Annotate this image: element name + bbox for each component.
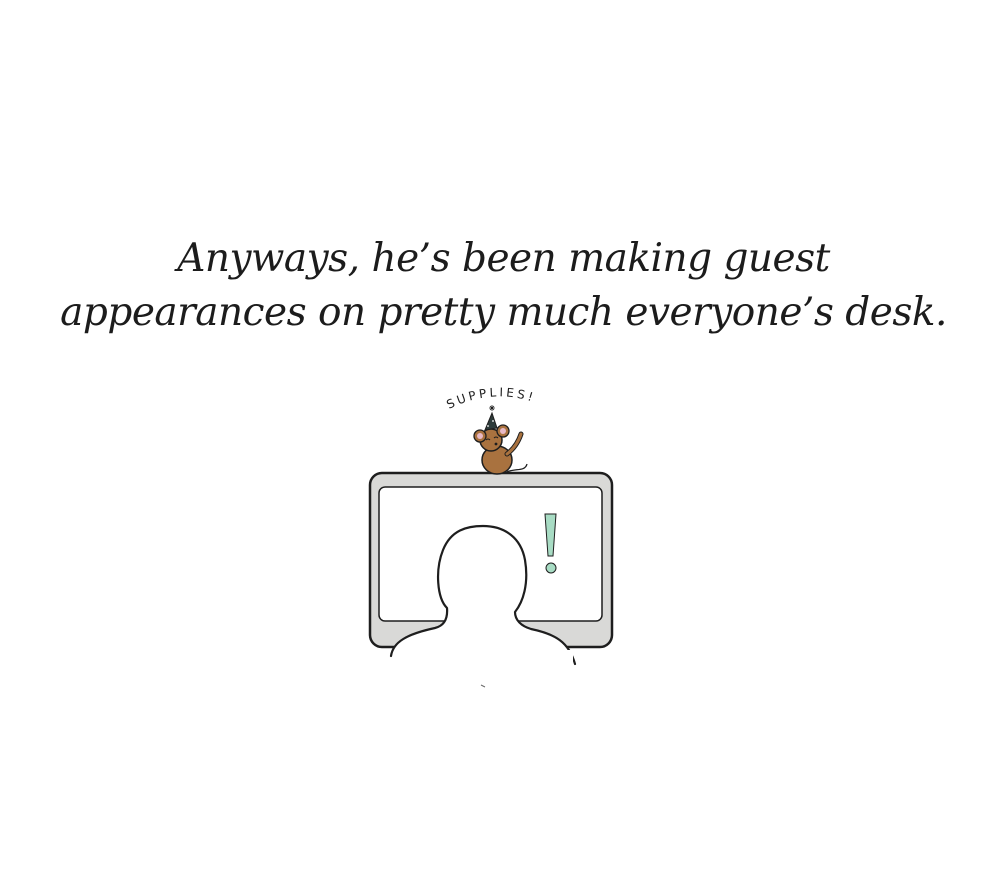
caption-line-2: appearances on pretty much everyone’s de… <box>60 290 947 335</box>
illustration: SUPPLIES! <box>355 380 655 700</box>
caption-line-1: Anyways, he’s been making guest <box>177 236 830 281</box>
mouse-character <box>473 405 528 475</box>
caption: Anyways, he’s been making guest appearan… <box>0 232 1007 340</box>
desk-scene-drawing: SUPPLIES! <box>368 385 614 690</box>
